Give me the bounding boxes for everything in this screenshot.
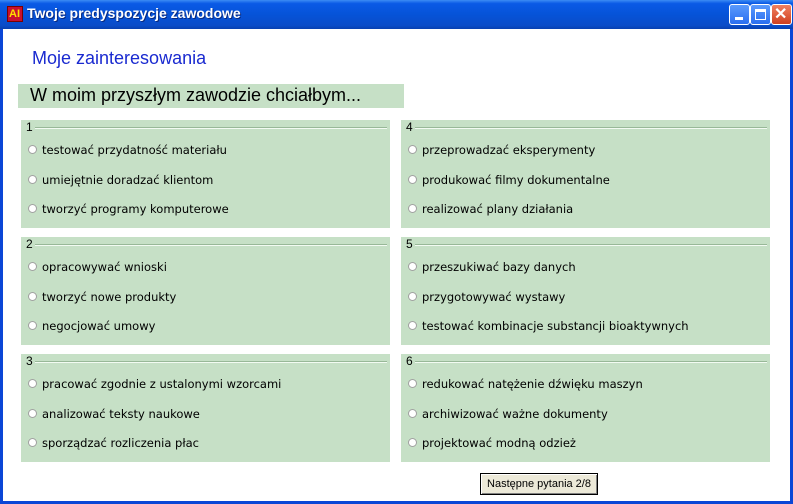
radio-button[interactable]	[408, 145, 417, 154]
radio-button[interactable]	[28, 321, 37, 330]
group-divider	[415, 361, 767, 363]
option-label[interactable]: przeszukiwać bazy danych	[422, 260, 576, 274]
radio-button[interactable]	[28, 292, 37, 301]
option-label[interactable]: tworzyć programy komputerowe	[42, 202, 229, 216]
option-label[interactable]: przygotowywać wystawy	[422, 290, 565, 304]
option-label[interactable]: redukować natężenie dźwięku maszyn	[422, 377, 643, 391]
group-number: 5	[406, 237, 413, 251]
option-label[interactable]: archiwizować ważne dokumenty	[422, 407, 608, 421]
option-label[interactable]: realizować plany działania	[422, 202, 573, 216]
group-number: 1	[26, 120, 33, 134]
next-questions-button[interactable]: Następne pytania 2/8	[480, 473, 598, 495]
option-label[interactable]: testować kombinacje substancji bioaktywn…	[422, 319, 689, 333]
app-logo-text: AI	[9, 8, 20, 20]
question-text: W moim przyszłym zawodzie chciałbym...	[30, 85, 362, 105]
option-group-6: 6 redukować natężenie dźwięku maszyn arc…	[401, 354, 770, 462]
group-number: 4	[406, 120, 413, 134]
option-label[interactable]: sporządzać rozliczenia płac	[42, 436, 199, 450]
maximize-icon	[755, 9, 766, 20]
group-divider	[35, 244, 387, 246]
app-logo-icon[interactable]: AI	[7, 6, 23, 22]
group-number: 3	[26, 354, 33, 368]
option-label[interactable]: testować przydatność materiału	[42, 143, 227, 157]
page-heading: Moje zainteresowania	[32, 48, 207, 68]
close-button[interactable]: ✕	[771, 4, 792, 25]
radio-button[interactable]	[28, 204, 37, 213]
close-icon: ✕	[774, 6, 788, 23]
radio-button[interactable]	[408, 379, 417, 388]
minimize-button[interactable]	[729, 4, 750, 25]
radio-button[interactable]	[408, 262, 417, 271]
radio-button[interactable]	[28, 438, 37, 447]
option-group-4: 4 przeprowadzać eksperymenty produkować …	[401, 120, 770, 228]
radio-button[interactable]	[408, 175, 417, 184]
option-label[interactable]: opracowywać wnioski	[42, 260, 167, 274]
radio-button[interactable]	[408, 292, 417, 301]
radio-button[interactable]	[28, 379, 37, 388]
group-divider	[415, 127, 767, 129]
radio-button[interactable]	[408, 204, 417, 213]
next-questions-label: Następne pytania 2/8	[487, 478, 591, 490]
question-banner: W moim przyszłym zawodzie chciałbym...	[18, 84, 404, 108]
minimize-icon	[735, 17, 743, 20]
option-label[interactable]: umiejętnie doradzać klientom	[42, 173, 213, 187]
radio-button[interactable]	[28, 409, 37, 418]
radio-button[interactable]	[408, 409, 417, 418]
group-number: 2	[26, 237, 33, 251]
option-group-3: 3 pracować zgodnie z ustalonymi wzorcami…	[21, 354, 390, 462]
maximize-button[interactable]	[750, 4, 771, 25]
radio-button[interactable]	[28, 175, 37, 184]
option-label[interactable]: projektować modną odzież	[422, 436, 576, 450]
window-title: Twoje predyspozycje zawodowe	[27, 5, 241, 21]
option-group-1: 1 testować przydatność materiału umiejęt…	[21, 120, 390, 228]
group-divider	[35, 127, 387, 129]
option-label[interactable]: pracować zgodnie z ustalonymi wzorcami	[42, 377, 281, 391]
radio-button[interactable]	[408, 321, 417, 330]
option-label[interactable]: analizować teksty naukowe	[42, 407, 200, 421]
option-group-5: 5 przeszukiwać bazy danych przygotowywać…	[401, 237, 770, 345]
group-divider	[415, 244, 767, 246]
option-label[interactable]: negocjować umowy	[42, 319, 155, 333]
option-group-2: 2 opracowywać wnioski tworzyć nowe produ…	[21, 237, 390, 345]
option-label[interactable]: produkować filmy dokumentalne	[422, 173, 610, 187]
option-label[interactable]: tworzyć nowe produkty	[42, 290, 176, 304]
title-bar[interactable]: AI Twoje predyspozycje zawodowe ✕	[0, 0, 793, 29]
radio-button[interactable]	[28, 145, 37, 154]
option-label[interactable]: przeprowadzać eksperymenty	[422, 143, 595, 157]
group-number: 6	[406, 354, 413, 368]
radio-button[interactable]	[28, 262, 37, 271]
group-divider	[35, 361, 387, 363]
radio-button[interactable]	[408, 438, 417, 447]
